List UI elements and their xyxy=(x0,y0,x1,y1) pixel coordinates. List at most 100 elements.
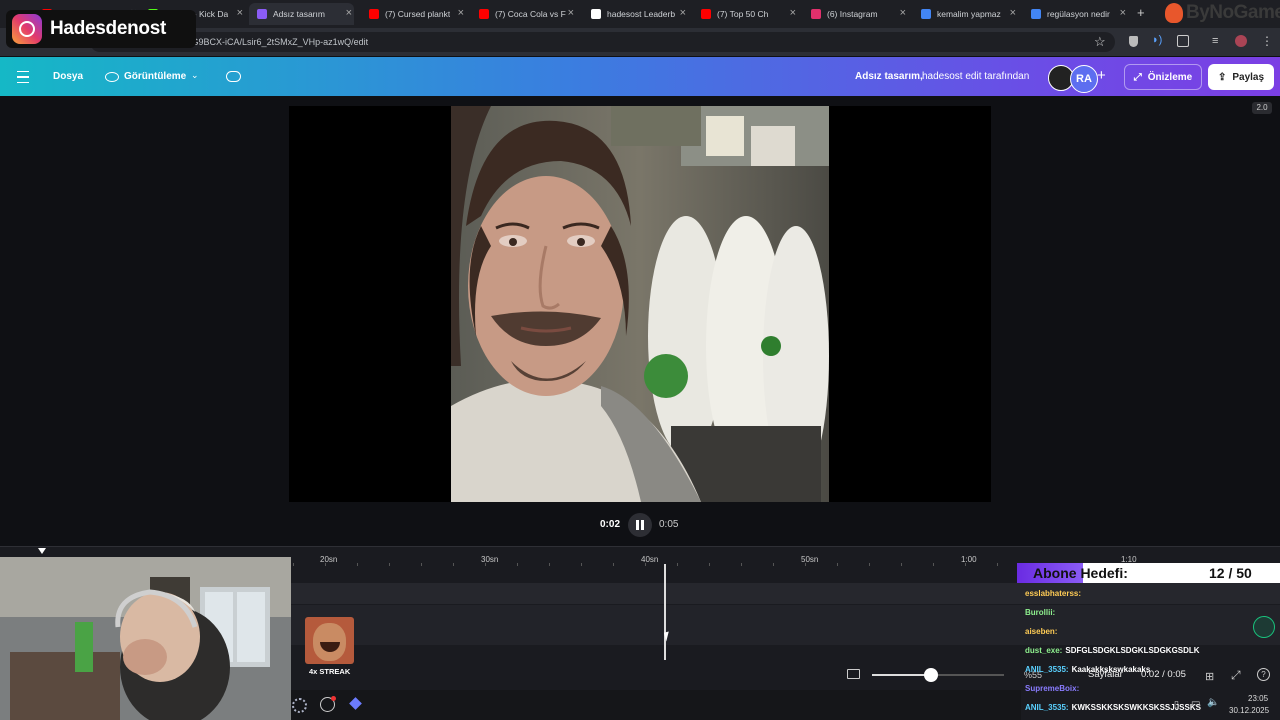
zoom-slider[interactable] xyxy=(872,668,1004,682)
timeline-track[interactable] xyxy=(291,605,1280,645)
avatar-initials[interactable]: RA xyxy=(1070,65,1098,93)
preview-button[interactable]: ⤢ Önizleme xyxy=(1124,64,1202,90)
browser-tab[interactable]: Adsız tasarım × xyxy=(249,3,354,25)
tab-title: (6) Instagram xyxy=(827,9,878,19)
timeline-tick-label: 50sn xyxy=(801,555,819,564)
close-tab-icon[interactable]: × xyxy=(237,7,243,19)
browser-tab[interactable]: kemalim yapmaz × xyxy=(913,3,1018,25)
version-badge: 2.0 xyxy=(1252,102,1272,114)
tab-title: kemalim yapmaz xyxy=(937,9,1001,19)
profile-icon[interactable] xyxy=(1235,35,1247,47)
timeline-minor-tick xyxy=(869,563,870,566)
playhead[interactable] xyxy=(664,564,666,660)
close-tab-icon[interactable]: × xyxy=(680,7,686,19)
tab-favicon-icon xyxy=(811,9,821,19)
tab-title: hadesost Leaderb xyxy=(607,9,676,19)
timeline-tick-label: 40sn xyxy=(641,555,659,564)
new-tab-button[interactable]: + xyxy=(1137,5,1145,20)
chat-message: aiseben: xyxy=(1025,627,1060,636)
tab-favicon-icon xyxy=(1031,9,1041,19)
pause-icon xyxy=(636,520,639,530)
obs-icon[interactable] xyxy=(320,696,336,712)
browser-tab[interactable]: hadesost Leaderb × xyxy=(583,3,688,25)
current-time: 0:02 xyxy=(600,519,621,530)
timeline-minor-tick xyxy=(485,563,486,566)
design-owner: hadesost edit tarafından xyxy=(922,71,1030,82)
timeline-minor-tick xyxy=(773,563,774,566)
browser-tab[interactable]: (7) Cursed plankt × xyxy=(361,3,466,25)
browser-tab[interactable]: (6) Instagram × xyxy=(803,3,908,25)
close-tab-icon[interactable]: × xyxy=(1120,7,1126,19)
hamburger-menu-icon[interactable] xyxy=(17,71,29,83)
pause-button[interactable] xyxy=(628,513,652,537)
timeline-track[interactable] xyxy=(291,583,1280,604)
tab-title: Adsız tasarım xyxy=(273,9,325,19)
timeline-tick-label: 1:00 xyxy=(961,555,977,564)
cloud-save-icon[interactable] xyxy=(226,71,241,82)
fullscreen-icon[interactable]: ⤢ xyxy=(1231,668,1241,683)
chat-message: ANIL_3535: Kaakakkskswkakaks xyxy=(1025,665,1150,674)
audio-extension-icon[interactable]: ◗) xyxy=(1152,34,1162,46)
chat-username: SupremeBoix: xyxy=(1025,684,1080,693)
design-title[interactable]: Adsız tasarım, xyxy=(855,71,923,82)
clock-time: 23:05 xyxy=(1248,694,1269,703)
timeline-tick-label: 30sn xyxy=(481,555,499,564)
help-icon[interactable]: ? xyxy=(1257,668,1270,681)
timeline-minor-tick xyxy=(645,563,646,566)
subscriber-goal-label: Abone Hedefi: xyxy=(1033,565,1128,581)
system-tray-volume-icon: 🔈 xyxy=(1207,697,1220,708)
close-tab-icon[interactable]: × xyxy=(568,7,574,19)
timeline-minor-tick xyxy=(421,563,422,566)
settings-gear-icon[interactable] xyxy=(292,698,307,713)
close-tab-icon[interactable]: × xyxy=(1010,7,1016,19)
shield-extension-icon[interactable] xyxy=(1129,36,1138,47)
chat-text: SDFGLSDGKLSDGKLSDGKGSDLK xyxy=(1065,646,1200,655)
file-menu[interactable]: Dosya xyxy=(53,71,83,82)
zoom-slider-thumb[interactable] xyxy=(924,668,938,682)
grid-view-icon[interactable]: ⊞ xyxy=(1205,670,1214,683)
timeline-minor-tick xyxy=(805,563,806,566)
puzzle-extension-icon[interactable] xyxy=(1177,35,1189,47)
chat-username: Burollii: xyxy=(1025,608,1056,617)
tab-favicon-icon xyxy=(701,9,711,19)
notes-icon[interactable] xyxy=(847,669,860,679)
tab-favicon-icon xyxy=(591,9,601,19)
view-menu[interactable]: Görüntüleme xyxy=(124,71,186,82)
browser-menu-icon[interactable]: ⋮ xyxy=(1261,34,1273,48)
streak-emote xyxy=(305,617,354,664)
close-tab-icon[interactable]: × xyxy=(458,7,464,19)
chat-text: KWKSSKKSKSWKKSKSSJJSSKS xyxy=(1071,703,1201,712)
tab-favicon-icon xyxy=(921,9,931,19)
bookmark-star-icon[interactable]: ☆ xyxy=(1094,34,1106,50)
browser-tab[interactable]: regülasyon nedir × xyxy=(1023,3,1128,25)
chatgpt-icon[interactable] xyxy=(1253,616,1275,638)
tab-title: regülasyon nedir xyxy=(1047,9,1110,19)
timeline-minor-tick xyxy=(741,563,742,566)
timeline-minor-tick xyxy=(613,563,614,566)
bynogame-logo-icon xyxy=(1165,3,1183,23)
timeline-minor-tick xyxy=(293,563,294,566)
timeline-minor-tick xyxy=(901,563,902,566)
timeline-minor-tick xyxy=(389,563,390,566)
chat-message: esslabhaterss: xyxy=(1025,589,1084,598)
add-collaborator-button[interactable]: + xyxy=(1097,67,1106,84)
tab-favicon-icon xyxy=(479,9,489,19)
instagram-icon xyxy=(12,14,42,44)
close-tab-icon[interactable]: × xyxy=(346,7,352,19)
timeline-minor-tick xyxy=(549,563,550,566)
close-tab-icon[interactable]: × xyxy=(900,7,906,19)
timeline-minor-tick xyxy=(933,563,934,566)
browser-tab[interactable]: (7) Top 50 Ch × xyxy=(693,3,798,25)
close-tab-icon[interactable]: × xyxy=(790,7,796,19)
timeline-start-marker[interactable] xyxy=(38,548,46,554)
tab-title: (7) Coca Cola vs F xyxy=(495,9,566,19)
video-photo[interactable] xyxy=(451,106,829,502)
clock-date: 30.12.2025 xyxy=(1229,706,1270,715)
chevron-down-icon: ⌄ xyxy=(191,70,199,80)
tab-title: (7) Cursed plankt xyxy=(385,9,451,19)
media-control-icon[interactable]: ≡ xyxy=(1212,35,1218,47)
share-button[interactable]: ⇪ Paylaş xyxy=(1208,64,1274,90)
browser-tab[interactable]: (7) Coca Cola vs F × xyxy=(471,3,576,25)
timeline-minor-tick xyxy=(677,563,678,566)
chat-text: Kaakakkskswkakaks xyxy=(1071,665,1151,674)
